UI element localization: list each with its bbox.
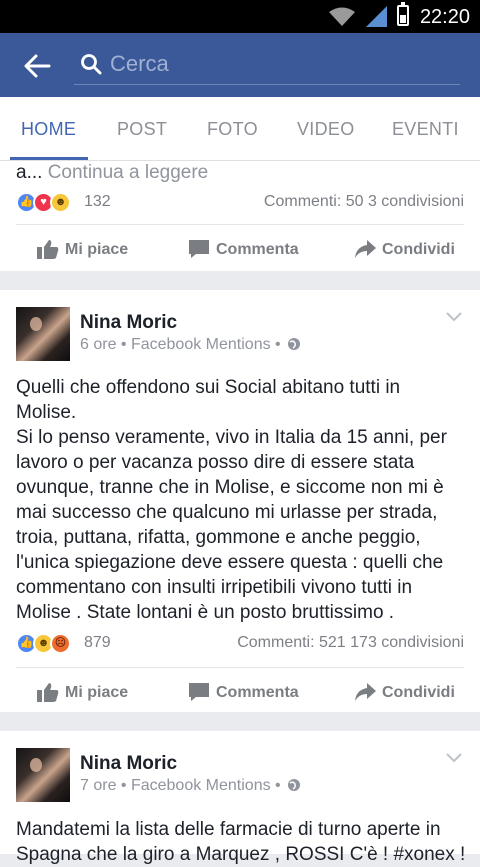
like-label: Mi piace	[65, 684, 129, 701]
share-button[interactable]: Condividi	[355, 683, 455, 702]
tab-home[interactable]: HOME	[21, 119, 76, 140]
thumbs-up-icon	[37, 683, 59, 702]
wifi-icon	[329, 7, 355, 26]
comment-icon	[189, 240, 209, 258]
reactions-row[interactable]: 👍 ♥ ☻ 132 Commenti: 50 3 condivisioni	[16, 191, 464, 215]
page-tabs: HOME POST FOTO VIDEO EVENTI	[0, 97, 480, 161]
post-meta-text: 6 ore • Facebook Mentions •	[80, 336, 281, 353]
comment-label: Commenta	[216, 241, 299, 258]
tab-post[interactable]: POST	[117, 119, 167, 140]
share-button[interactable]: Condividi	[355, 240, 455, 259]
reaction-count: 132	[84, 193, 111, 210]
chevron-down-icon[interactable]	[446, 753, 462, 763]
share-icon	[355, 240, 376, 258]
tab-eventi[interactable]: EVENTI	[392, 119, 459, 140]
post-text: Mandatemi la lista delle farmacie di tur…	[16, 819, 466, 865]
continue-reading-link[interactable]: Continua a leggere	[48, 162, 209, 183]
search-icon	[81, 54, 102, 75]
reaction-count: 879	[84, 634, 111, 651]
post-meta-text: 7 ore • Facebook Mentions •	[80, 777, 281, 794]
post-card: Nina Moric 7 ore • Facebook Mentions • M…	[0, 731, 480, 865]
comment-icon	[189, 683, 209, 701]
like-label: Mi piace	[65, 241, 129, 258]
app-bar	[0, 33, 480, 97]
post-meta: 7 ore • Facebook Mentions •	[80, 777, 301, 795]
status-time: 22:20	[419, 6, 470, 28]
post-author[interactable]: Nina Moric	[80, 753, 177, 775]
reaction-icons: 👍 ♥ ☻	[16, 191, 78, 215]
share-label: Condividi	[382, 684, 455, 701]
share-icon	[355, 683, 376, 701]
post-stats[interactable]: Commenti: 521 173 condivisioni	[237, 634, 464, 652]
post-author[interactable]: Nina Moric	[80, 312, 177, 334]
like-button[interactable]: Mi piace	[37, 683, 129, 702]
avatar[interactable]	[16, 748, 70, 802]
tab-foto[interactable]: FOTO	[207, 119, 258, 140]
post-text-truncated: a... Continua a leggere	[16, 162, 208, 184]
post-card: Nina Moric 6 ore • Facebook Mentions • Q…	[0, 290, 480, 712]
active-tab-indicator	[10, 157, 88, 160]
post-card: a... Continua a leggere 👍 ♥ ☻ 132 Commen…	[0, 161, 480, 271]
post-actions: Mi piace Commenta Condividi	[16, 224, 464, 274]
chevron-down-icon[interactable]	[446, 312, 462, 322]
haha-reaction-icon: ☻	[50, 192, 71, 213]
post-actions: Mi piace Commenta Condividi	[16, 667, 464, 717]
comment-label: Commenta	[216, 684, 299, 701]
avatar[interactable]	[16, 307, 70, 361]
like-button[interactable]: Mi piace	[37, 240, 129, 259]
post-text: Quelli che offendono sui Social abitano …	[16, 377, 447, 623]
comment-button[interactable]: Commenta	[189, 683, 299, 702]
post-meta: 6 ore • Facebook Mentions •	[80, 336, 301, 354]
angry-reaction-icon: ☹	[50, 633, 71, 654]
post-stats[interactable]: Commenti: 50 3 condivisioni	[264, 193, 464, 211]
reactions-row[interactable]: 👍 ☻ ☹ 879 Commenti: 521 173 condivisioni	[16, 632, 464, 656]
share-label: Condividi	[382, 241, 455, 258]
reaction-icons: 👍 ☻ ☹	[16, 632, 78, 656]
truncated-text: a...	[16, 162, 43, 183]
battery-icon	[397, 2, 409, 26]
globe-icon	[288, 338, 301, 350]
search-bar[interactable]	[74, 47, 460, 85]
back-arrow-icon[interactable]	[22, 51, 52, 81]
globe-icon	[288, 779, 301, 791]
signal-icon	[366, 6, 387, 27]
comment-button[interactable]: Commenta	[189, 240, 299, 259]
tab-video[interactable]: VIDEO	[297, 119, 355, 140]
thumbs-up-icon	[37, 240, 59, 259]
search-input[interactable]	[110, 49, 450, 79]
status-bar: 22:20	[0, 0, 480, 33]
